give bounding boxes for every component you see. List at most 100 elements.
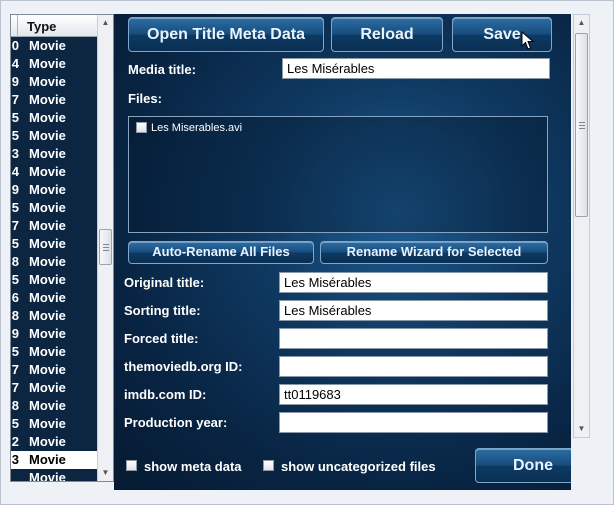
- list-item[interactable]: 5 Movie: [11, 415, 97, 433]
- file-checkbox[interactable]: [136, 122, 147, 133]
- mouse-pointer-icon: [521, 30, 535, 51]
- list-item[interactable]: 5 Movie: [11, 127, 97, 145]
- row-type: Movie: [29, 182, 66, 197]
- open-title-meta-data-button[interactable]: Open Title Meta Data: [128, 17, 324, 52]
- row-type: Movie: [29, 164, 66, 179]
- list-item[interactable]: Movie: [11, 469, 97, 482]
- list-item[interactable]: 5 Movie: [11, 271, 97, 289]
- row-index: 5: [11, 128, 19, 143]
- row-index: 4: [11, 56, 19, 71]
- row-type: Movie: [29, 200, 66, 215]
- row-index: 8: [11, 254, 19, 269]
- list-item[interactable]: 5 Movie: [11, 199, 97, 217]
- grip-line: [579, 125, 585, 126]
- list-item[interactable]: 0 Movie: [11, 37, 97, 55]
- list-item[interactable]: 7 Movie: [11, 361, 97, 379]
- media-title-label: Media title:: [128, 62, 196, 77]
- list-item-selected[interactable]: 3 Movie: [11, 451, 97, 469]
- row-type: Movie: [29, 362, 66, 377]
- row-type: Movie: [29, 74, 66, 89]
- row-type: Movie: [29, 344, 66, 359]
- save-button[interactable]: Save: [452, 17, 552, 52]
- files-list[interactable]: Les Miserables.avi: [128, 116, 548, 233]
- list-item[interactable]: 4 Movie: [11, 163, 97, 181]
- chevron-up-icon[interactable]: ▲: [574, 15, 589, 31]
- original-title-label: Original title:: [124, 275, 205, 290]
- list-item[interactable]: 7 Movie: [11, 217, 97, 235]
- media-title-field[interactable]: Les Misérables: [282, 58, 550, 79]
- list-item[interactable]: 4 Movie: [11, 55, 97, 73]
- list-item[interactable]: 7 Movie: [11, 379, 97, 397]
- row-index: 8: [11, 398, 19, 413]
- grip-line: [579, 128, 585, 129]
- list-item[interactable]: 8 Movie: [11, 307, 97, 325]
- show-uncategorized-label[interactable]: show uncategorized files: [281, 459, 436, 474]
- row-type: Movie: [29, 470, 66, 482]
- themoviedb-id-label: themoviedb.org ID:: [124, 359, 243, 374]
- row-index: 5: [11, 200, 19, 215]
- list-header[interactable]: Type: [11, 15, 97, 37]
- row-index: 2: [11, 434, 19, 449]
- panel-scrollbar-thumb[interactable]: [575, 33, 588, 217]
- media-list[interactable]: Type 0 Movie 4 Movie 9 Movie 7 Movie 5 Movie …: [10, 14, 114, 482]
- list-item[interactable]: 9 Movie: [11, 73, 97, 91]
- done-button[interactable]: Done: [475, 448, 571, 483]
- row-index: 5: [11, 344, 19, 359]
- sorting-title-field[interactable]: Les Misérables: [279, 300, 548, 321]
- list-item[interactable]: 8 Movie: [11, 397, 97, 415]
- rename-wizard-button[interactable]: Rename Wizard for Selected: [320, 241, 548, 264]
- row-index: 4: [11, 164, 19, 179]
- chevron-up-icon[interactable]: ▲: [98, 15, 113, 31]
- imdb-id-label: imdb.com ID:: [124, 387, 207, 402]
- row-index: 7: [11, 92, 19, 107]
- row-type: Movie: [29, 308, 66, 323]
- row-index: 7: [11, 362, 19, 377]
- show-meta-data-checkbox[interactable]: [126, 460, 137, 471]
- row-type: Movie: [29, 254, 66, 269]
- column-header-type[interactable]: Type: [27, 19, 56, 34]
- row-index: 5: [11, 236, 19, 251]
- files-label: Files:: [128, 91, 162, 106]
- column-separator: [17, 15, 18, 37]
- chevron-down-icon[interactable]: ▼: [574, 421, 589, 437]
- list-item[interactable]: 5 Movie: [11, 343, 97, 361]
- metadata-panel: Open Title Meta Data Reload Save Media t…: [114, 14, 571, 490]
- row-index: 6: [11, 290, 19, 305]
- reload-button[interactable]: Reload: [331, 17, 443, 52]
- panel-scrollbar[interactable]: ▲ ▼: [573, 14, 590, 438]
- row-type: Movie: [29, 272, 66, 287]
- file-name[interactable]: Les Miserables.avi: [151, 122, 242, 134]
- list-item[interactable]: 9 Movie: [11, 325, 97, 343]
- chevron-down-icon[interactable]: ▼: [98, 465, 113, 481]
- row-index: 5: [11, 416, 19, 431]
- grip-line: [103, 244, 109, 245]
- row-type: Movie: [29, 218, 66, 233]
- show-uncategorized-checkbox[interactable]: [263, 460, 274, 471]
- list-item[interactable]: 9 Movie: [11, 181, 97, 199]
- list-item[interactable]: 6 Movie: [11, 289, 97, 307]
- list-item[interactable]: 5 Movie: [11, 109, 97, 127]
- row-index: 5: [11, 272, 19, 287]
- row-index: 3: [11, 146, 19, 161]
- production-year-label: Production year:: [124, 415, 228, 430]
- list-item[interactable]: 7 Movie: [11, 91, 97, 109]
- list-item[interactable]: 2 Movie: [11, 433, 97, 451]
- list-scrollbar-thumb[interactable]: [99, 229, 112, 265]
- list-item[interactable]: 5 Movie: [11, 235, 97, 253]
- show-meta-data-label[interactable]: show meta data: [144, 459, 242, 474]
- row-index: 7: [11, 218, 19, 233]
- row-type: Movie: [29, 452, 66, 467]
- production-year-field[interactable]: [279, 412, 548, 433]
- themoviedb-id-field[interactable]: [279, 356, 548, 377]
- row-type: Movie: [29, 380, 66, 395]
- forced-title-field[interactable]: [279, 328, 548, 349]
- list-scrollbar[interactable]: ▲ ▼: [97, 15, 113, 481]
- list-item[interactable]: 3 Movie: [11, 145, 97, 163]
- imdb-id-field[interactable]: tt0119683: [279, 384, 548, 405]
- grip-line: [579, 122, 585, 123]
- row-type: Movie: [29, 110, 66, 125]
- list-item[interactable]: 8 Movie: [11, 253, 97, 271]
- auto-rename-all-files-button[interactable]: Auto-Rename All Files: [128, 241, 314, 264]
- original-title-field[interactable]: Les Misérables: [279, 272, 548, 293]
- row-type: Movie: [29, 128, 66, 143]
